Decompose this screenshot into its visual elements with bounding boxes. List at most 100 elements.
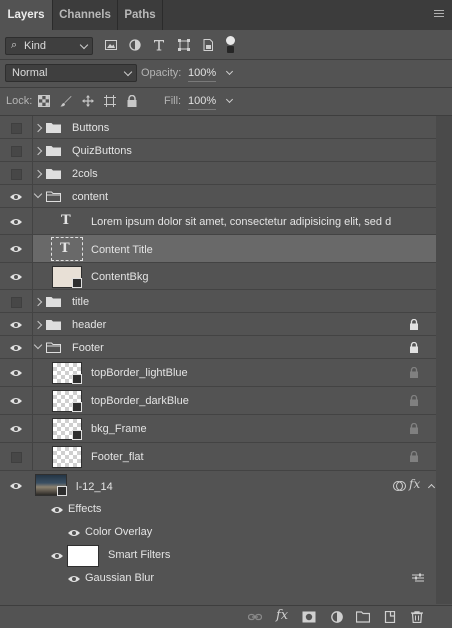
add-mask-icon[interactable] [302, 611, 316, 623]
layer-row-content-title[interactable]: T Content Title [0, 235, 436, 263]
chevron-right-icon[interactable] [33, 297, 43, 307]
chevron-right-icon[interactable] [33, 123, 43, 133]
eye-icon[interactable] [10, 321, 22, 329]
chevron-up-icon[interactable] [427, 483, 436, 492]
folder-icon [46, 146, 61, 156]
panel-menu-icon[interactable] [434, 10, 444, 19]
smart-object-filter-icon[interactable] [202, 39, 214, 51]
lock-all-icon[interactable] [126, 95, 138, 107]
filter-kind-select[interactable]: ⌕ Kind [5, 37, 93, 55]
visibility-toggle[interactable] [11, 146, 22, 157]
layer-name: bkg_Frame [91, 423, 147, 435]
delete-layer-icon[interactable] [410, 611, 424, 623]
add-layer-style-icon[interactable]: fx [276, 608, 288, 623]
smart-object-badge-icon [72, 430, 82, 440]
tab-layers[interactable]: Layers [0, 0, 52, 30]
layers-scrollbar[interactable] [436, 116, 452, 604]
visibility-toggle[interactable] [11, 123, 22, 134]
text-layer-icon: T [60, 241, 70, 256]
filter-gaussian-blur[interactable]: Gaussian Blur [85, 572, 154, 584]
fill-label: Fill: [164, 95, 182, 107]
lock-icon [410, 342, 418, 353]
tab-channels[interactable]: Channels [53, 0, 117, 30]
eye-icon[interactable] [10, 273, 22, 281]
chevron-down-icon[interactable] [33, 340, 43, 350]
eye-icon[interactable] [10, 397, 22, 405]
layer-row-contentbkg[interactable]: ContentBkg [0, 263, 436, 290]
layer-name: topBorder_lightBlue [91, 367, 188, 379]
link-layers-icon[interactable] [248, 611, 262, 623]
new-adjustment-layer-icon[interactable] [330, 611, 344, 623]
fill-chevron-icon[interactable] [225, 95, 234, 104]
tab-paths[interactable]: Paths [118, 0, 162, 30]
layer-row-quizbuttons[interactable]: QuizButtons [0, 139, 436, 162]
layer-name: header [72, 319, 107, 331]
smart-filter-mask-thumbnail[interactable] [67, 545, 99, 567]
lock-icon [410, 395, 418, 406]
eye-icon[interactable] [68, 529, 80, 537]
layer-thumbnail [52, 266, 82, 288]
chevron-right-icon[interactable] [33, 169, 43, 179]
layer-name: Buttons [72, 122, 110, 134]
layer-row-lorem-ipsum[interactable]: T Lorem ipsum dolor sit amet, consectetu… [0, 208, 436, 235]
effect-color-overlay[interactable]: Color Overlay [85, 526, 152, 538]
eye-icon[interactable] [10, 369, 22, 377]
eye-icon[interactable] [68, 575, 80, 583]
layer-row-content[interactable]: content [0, 185, 436, 208]
layer-name: Content Title [91, 244, 153, 256]
opacity-chevron-icon[interactable] [225, 67, 234, 76]
lock-icon [410, 367, 418, 378]
visibility-toggle[interactable] [11, 297, 22, 308]
eye-icon[interactable] [10, 344, 22, 352]
fill-input[interactable]: 100% [188, 95, 216, 107]
visibility-toggle[interactable] [11, 452, 22, 463]
layer-row-2cols[interactable]: 2cols [0, 162, 436, 185]
eye-icon[interactable] [10, 193, 22, 201]
folder-icon [46, 297, 61, 307]
filter-toggle[interactable] [226, 36, 235, 53]
eye-icon[interactable] [10, 425, 22, 433]
eye-icon[interactable] [10, 482, 22, 490]
layer-row-buttons[interactable]: Buttons [0, 116, 436, 139]
chevron-right-icon[interactable] [33, 320, 43, 330]
lock-position-icon[interactable] [82, 95, 94, 107]
layer-name: Footer_flat [91, 451, 144, 463]
fx-icon[interactable]: fx [409, 477, 420, 491]
new-group-icon[interactable] [356, 611, 370, 623]
chevron-down-icon[interactable] [33, 189, 43, 199]
smart-object-badge-icon [72, 374, 82, 384]
layer-thumbnail [52, 418, 82, 440]
smart-object-badge-icon [72, 402, 82, 412]
lock-transparent-pixels-icon[interactable] [38, 95, 50, 107]
layer-name: ContentBkg [91, 271, 149, 283]
eye-icon[interactable] [51, 506, 63, 514]
layer-row-bkg-frame[interactable]: bkg_Frame [0, 415, 436, 443]
lock-image-pixels-icon[interactable] [60, 95, 72, 107]
new-layer-icon[interactable] [383, 611, 397, 623]
eye-icon[interactable] [51, 552, 63, 560]
blend-mode-select[interactable]: Normal [5, 64, 137, 82]
opacity-input[interactable]: 100% [188, 67, 216, 79]
chevron-down-icon [79, 40, 89, 50]
adjustment-filter-icon[interactable] [129, 39, 141, 51]
layer-row-l-12-14[interactable]: l-12_14 fx Effects Color Overlay Smart F… [0, 471, 436, 604]
image-filter-icon[interactable] [105, 39, 117, 51]
layer-row-topborder-darkblue[interactable]: topBorder_darkBlue [0, 387, 436, 415]
layer-row-header[interactable]: header [0, 313, 436, 336]
shape-filter-icon[interactable] [178, 39, 190, 51]
smart-filters-label: Smart Filters [108, 549, 171, 561]
layer-name: Lorem ipsum dolor sit amet, consectetur … [91, 216, 392, 228]
layer-row-topborder-lightblue[interactable]: topBorder_lightBlue [0, 359, 436, 387]
filter-options-icon[interactable] [412, 573, 424, 583]
layer-row-footer-flat[interactable]: Footer_flat [0, 443, 436, 471]
layer-name: 2cols [72, 168, 98, 180]
lock-icon [410, 423, 418, 434]
eye-icon[interactable] [10, 245, 22, 253]
type-filter-icon[interactable] [153, 39, 165, 51]
layer-row-footer[interactable]: Footer [0, 336, 436, 359]
layer-row-title[interactable]: title [0, 290, 436, 313]
eye-icon[interactable] [10, 218, 22, 226]
visibility-toggle[interactable] [11, 169, 22, 180]
chevron-right-icon[interactable] [33, 146, 43, 156]
lock-artboard-icon[interactable] [104, 95, 116, 107]
